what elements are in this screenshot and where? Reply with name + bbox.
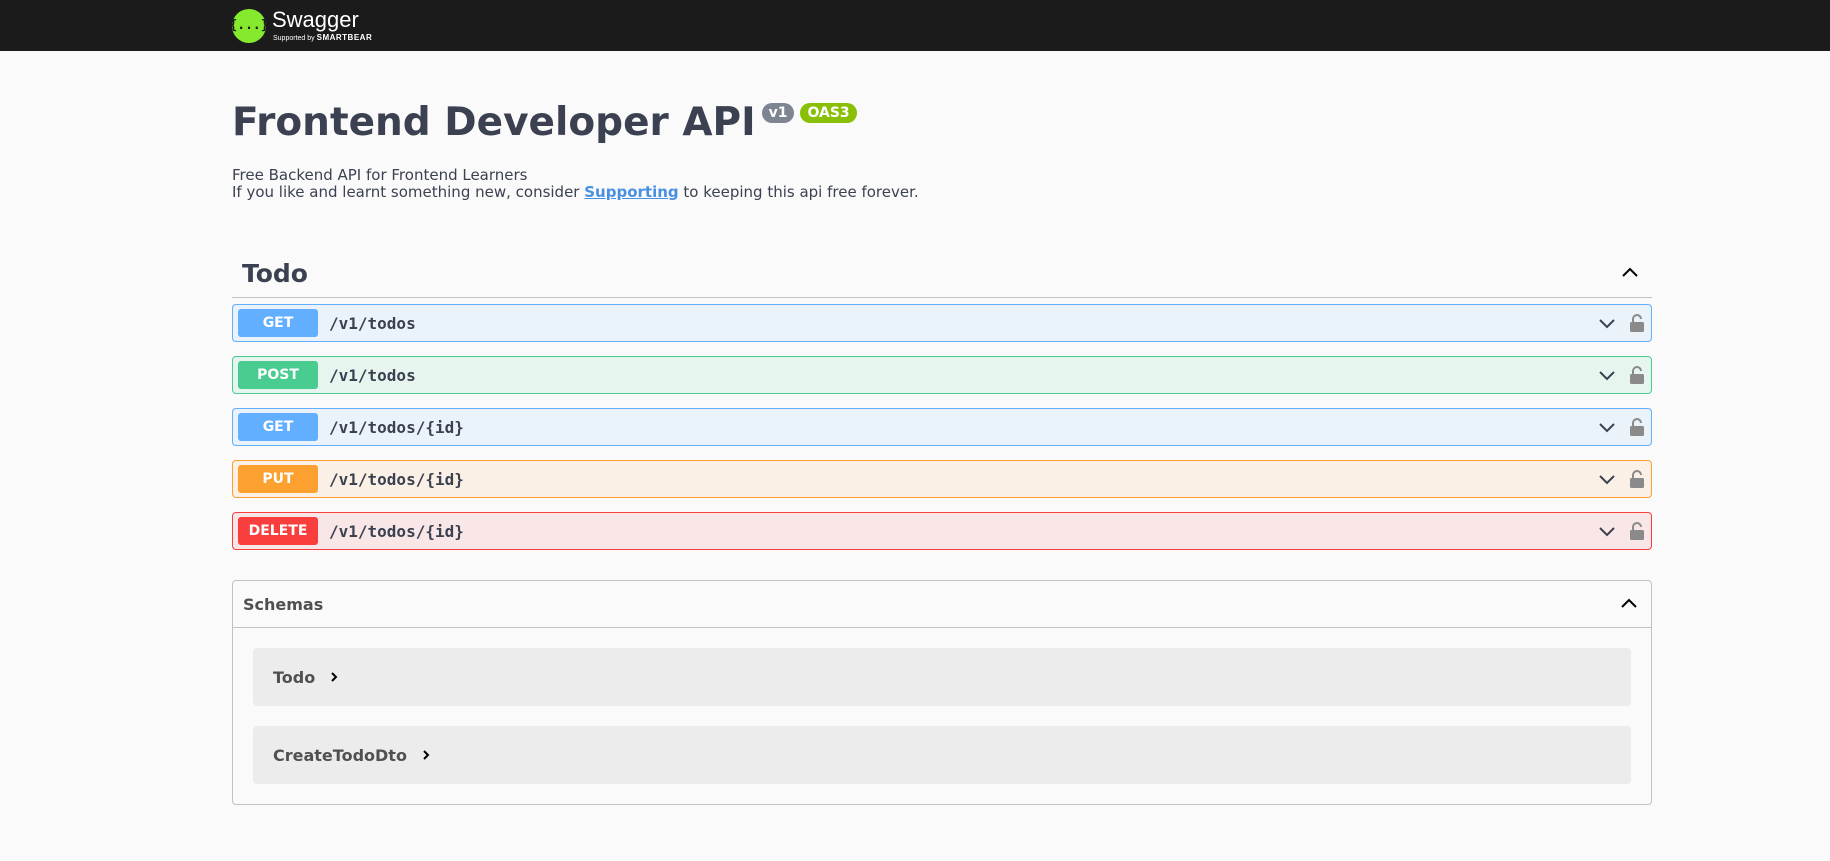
description-line-2: If you like and learnt something new, co… <box>232 183 919 201</box>
chevron-right-icon[interactable] <box>421 749 431 761</box>
method-badge: POST <box>238 361 318 389</box>
api-description: Free Backend API for Frontend Learners I… <box>232 167 1652 201</box>
version-badge: v1 <box>761 103 795 123</box>
description-line-1: Free Backend API for Frontend Learners <box>232 166 528 184</box>
operation-path: /v1/todos/{id} <box>329 417 464 437</box>
lock-icon[interactable] <box>1625 311 1649 335</box>
operations-list: GET /v1/todos POST /v1/todos GET /v1/tod… <box>232 304 1652 550</box>
method-badge: PUT <box>238 465 318 493</box>
chevron-right-icon[interactable] <box>329 671 339 683</box>
oas-badge: OAS3 <box>800 103 857 123</box>
lock-icon[interactable] <box>1625 363 1649 387</box>
method-badge: GET <box>238 413 318 441</box>
operation-post-todos[interactable]: POST /v1/todos <box>232 356 1652 394</box>
operation-path: /v1/todos/{id} <box>329 469 464 489</box>
operation-path: /v1/todos/{id} <box>329 521 464 541</box>
lock-icon[interactable] <box>1625 467 1649 491</box>
page-title: Frontend Developer API <box>232 100 756 145</box>
operation-delete-todo[interactable]: DELETE /v1/todos/{id} <box>232 512 1652 550</box>
supporting-link[interactable]: Supporting <box>584 183 678 201</box>
chevron-up-icon[interactable] <box>1618 261 1642 285</box>
swagger-ui-content: Frontend Developer API v1 OAS3 Free Back… <box>232 51 1652 805</box>
chevron-down-icon[interactable] <box>1595 311 1619 335</box>
topbar: {...} Swagger Supported by SMARTBEAR <box>0 0 1830 51</box>
chevron-down-icon[interactable] <box>1595 467 1619 491</box>
operation-get-todo-by-id[interactable]: GET /v1/todos/{id} <box>232 408 1652 446</box>
model-name: Todo <box>273 667 316 687</box>
tag-section-todo[interactable]: Todo <box>232 249 1652 298</box>
lock-icon[interactable] <box>1625 415 1649 439</box>
brand-name: Swagger <box>272 7 359 32</box>
tag-name: Todo <box>242 258 308 288</box>
method-badge: GET <box>238 309 318 337</box>
chevron-up-icon[interactable] <box>1617 592 1641 616</box>
schema-model-createtododto[interactable]: CreateTodoDto <box>253 726 1631 784</box>
schemas-title: Schemas <box>243 594 324 614</box>
swagger-logo-link[interactable]: {...} Swagger Supported by SMARTBEAR <box>229 7 373 43</box>
model-name: CreateTodoDto <box>273 745 407 765</box>
operation-path: /v1/todos <box>329 365 416 385</box>
brand-tagline: Supported by SMARTBEAR <box>273 33 373 43</box>
schemas-section: Schemas Todo CreateTodoDto <box>232 580 1652 805</box>
chevron-down-icon[interactable] <box>1595 363 1619 387</box>
api-info: Frontend Developer API v1 OAS3 Free Back… <box>232 51 1652 201</box>
method-badge: DELETE <box>238 517 318 545</box>
chevron-down-icon[interactable] <box>1595 415 1619 439</box>
schemas-header[interactable]: Schemas <box>233 581 1651 628</box>
operation-put-todo[interactable]: PUT /v1/todos/{id} <box>232 460 1652 498</box>
schema-model-todo[interactable]: Todo <box>253 648 1631 706</box>
swagger-logo-icon: {...} <box>229 8 269 43</box>
lock-icon[interactable] <box>1625 519 1649 543</box>
operation-get-todos[interactable]: GET /v1/todos <box>232 304 1652 342</box>
chevron-down-icon[interactable] <box>1595 519 1619 543</box>
operation-path: /v1/todos <box>329 313 416 333</box>
